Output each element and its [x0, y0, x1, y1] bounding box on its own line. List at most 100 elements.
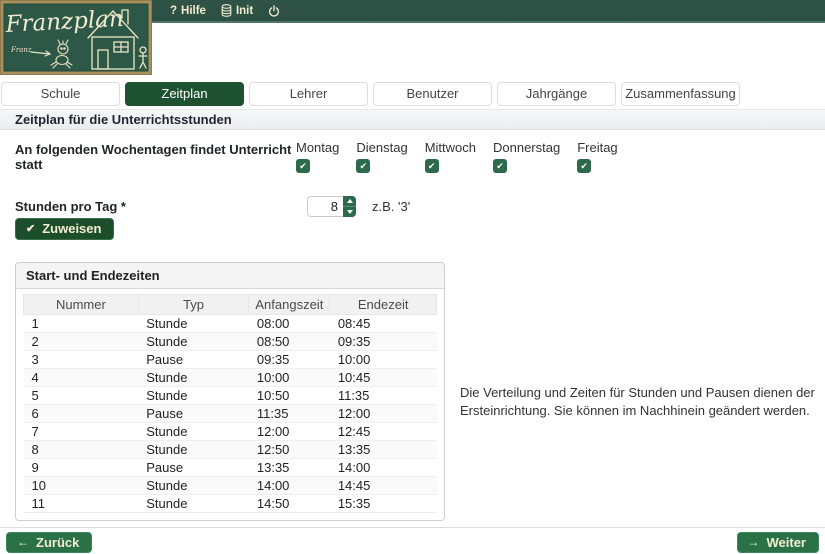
- table-row: 7Stunde12:0012:45: [24, 423, 437, 441]
- table-cell: 1: [24, 315, 139, 333]
- table-cell: 3: [24, 351, 139, 369]
- top-menu-bar: ? Hilfe Init: [152, 0, 825, 23]
- hours-field-row: Stunden pro Tag * z.B. '3': [15, 196, 410, 217]
- table-cell: 08:00: [249, 315, 330, 333]
- spinner-down-button[interactable]: [343, 207, 356, 217]
- table-cell: 11:35: [249, 405, 330, 423]
- table-row: 8Stunde12:5013:35: [24, 441, 437, 459]
- weekday-freitag: Freitag ✔: [577, 140, 617, 173]
- weekday-label: Mittwoch: [425, 140, 476, 155]
- times-card-body: NummerTypAnfangszeitEndezeit 1Stunde08:0…: [16, 289, 444, 520]
- table-cell: Stunde: [138, 441, 249, 459]
- table-row: 10Stunde14:0014:45: [24, 477, 437, 495]
- weekday-label: Freitag: [577, 140, 617, 155]
- franzplan-app: Franzplan Franz: [0, 0, 825, 554]
- power-icon: [268, 5, 280, 17]
- weekdays-field-row: An folgenden Wochentagen findet Unterric…: [15, 140, 635, 173]
- table-cell: 10:50: [249, 387, 330, 405]
- table-cell: 13:35: [330, 441, 437, 459]
- help-icon: ?: [170, 5, 177, 17]
- table-cell: Pause: [138, 351, 249, 369]
- init-label: Init: [236, 5, 253, 17]
- check-icon: ✔: [26, 222, 35, 235]
- tab-benutzer[interactable]: Benutzer: [373, 82, 492, 106]
- tab-zusammenfassung[interactable]: Zusammenfassung: [621, 82, 740, 106]
- weekday-label: Donnerstag: [493, 140, 560, 155]
- table-cell: Stunde: [138, 387, 249, 405]
- times-table-body: 1Stunde08:0008:452Stunde08:5009:353Pause…: [24, 315, 437, 513]
- table-cell: 10: [24, 477, 139, 495]
- arrow-left-icon: ←: [17, 535, 29, 549]
- weekday-checkbox[interactable]: ✔: [577, 159, 591, 173]
- times-card-title: Start- und Endezeiten: [16, 263, 444, 289]
- table-cell: 08:45: [330, 315, 437, 333]
- weekday-label: Montag: [296, 140, 339, 155]
- table-cell: 12:00: [249, 423, 330, 441]
- weekday-checkbox[interactable]: ✔: [493, 159, 507, 173]
- table-cell: 09:35: [249, 351, 330, 369]
- table-row: 5Stunde10:5011:35: [24, 387, 437, 405]
- table-cell: 12:00: [330, 405, 437, 423]
- table-cell: Stunde: [138, 477, 249, 495]
- back-button[interactable]: ← Zurück: [6, 532, 92, 553]
- table-cell: 14:00: [330, 459, 437, 477]
- logout-menu-item[interactable]: [268, 5, 280, 17]
- table-row: 6Pause11:3512:00: [24, 405, 437, 423]
- table-cell: 14:45: [330, 477, 437, 495]
- weekday-checkbox[interactable]: ✔: [356, 159, 370, 173]
- table-cell: 10:45: [330, 369, 437, 387]
- tab-schule[interactable]: Schule: [1, 82, 120, 106]
- tab-bar: SchuleZeitplanLehrerBenutzerJahrgängeZus…: [1, 82, 740, 106]
- weekday-mittwoch: Mittwoch ✔: [425, 140, 476, 173]
- table-row: 9Pause13:3514:00: [24, 459, 437, 477]
- table-cell: 9: [24, 459, 139, 477]
- table-cell: Pause: [138, 459, 249, 477]
- assign-button-label: Zuweisen: [42, 221, 101, 236]
- hours-hint-text: z.B. '3': [372, 199, 410, 214]
- tab-jahrgänge[interactable]: Jahrgänge: [497, 82, 616, 106]
- assign-button[interactable]: ✔ Zuweisen: [15, 218, 114, 240]
- info-text: Die Verteilung und Zeiten für Stunden un…: [460, 384, 825, 419]
- logo-annotation-text: Franz: [10, 46, 32, 54]
- table-cell: 08:50: [249, 333, 330, 351]
- table-cell: Stunde: [138, 315, 249, 333]
- table-cell: 8: [24, 441, 139, 459]
- back-button-label: Zurück: [36, 535, 79, 550]
- tab-zeitplan[interactable]: Zeitplan: [125, 82, 244, 106]
- table-cell: Pause: [138, 405, 249, 423]
- arrow-right-icon: →: [748, 535, 760, 549]
- page-title: Zeitplan für die Unterrichtsstunden: [0, 109, 825, 130]
- table-cell: Stunde: [138, 423, 249, 441]
- table-cell: 4: [24, 369, 139, 387]
- help-label: Hilfe: [181, 5, 206, 17]
- table-cell: 10:00: [249, 369, 330, 387]
- hours-input[interactable]: [307, 196, 343, 217]
- help-menu-item[interactable]: ? Hilfe: [170, 5, 206, 17]
- table-cell: 12:45: [330, 423, 437, 441]
- weekday-checkbox[interactable]: ✔: [425, 159, 439, 173]
- table-cell: 15:35: [330, 495, 437, 513]
- column-header: Nummer: [24, 295, 139, 315]
- weekday-checkbox[interactable]: ✔: [296, 159, 310, 173]
- table-row: 11Stunde14:5015:35: [24, 495, 437, 513]
- next-button-label: Weiter: [767, 535, 807, 550]
- table-row: 3Pause09:3510:00: [24, 351, 437, 369]
- next-button[interactable]: → Weiter: [737, 532, 820, 553]
- table-cell: Stunde: [138, 333, 249, 351]
- hours-spinner: [343, 196, 356, 217]
- spinner-up-button[interactable]: [343, 196, 356, 206]
- init-menu-item[interactable]: Init: [221, 4, 253, 17]
- tab-lehrer[interactable]: Lehrer: [249, 82, 368, 106]
- table-cell: 2: [24, 333, 139, 351]
- weekday-dienstag: Dienstag ✔: [356, 140, 407, 173]
- franzplan-logo[interactable]: Franzplan Franz: [0, 0, 152, 75]
- weekday-checkbox-group: Montag✔Dienstag✔Mittwoch✔Donnerstag✔Frei…: [296, 140, 635, 173]
- table-cell: 13:35: [249, 459, 330, 477]
- times-card: Start- und Endezeiten NummerTypAnfangsze…: [15, 262, 445, 521]
- database-icon: [221, 4, 232, 17]
- weekday-label: Dienstag: [356, 140, 407, 155]
- column-header: Typ: [138, 295, 249, 315]
- weekdays-field-label: An folgenden Wochentagen findet Unterric…: [15, 142, 296, 172]
- table-row: 2Stunde08:5009:35: [24, 333, 437, 351]
- times-table-header-row: NummerTypAnfangszeitEndezeit: [24, 295, 437, 315]
